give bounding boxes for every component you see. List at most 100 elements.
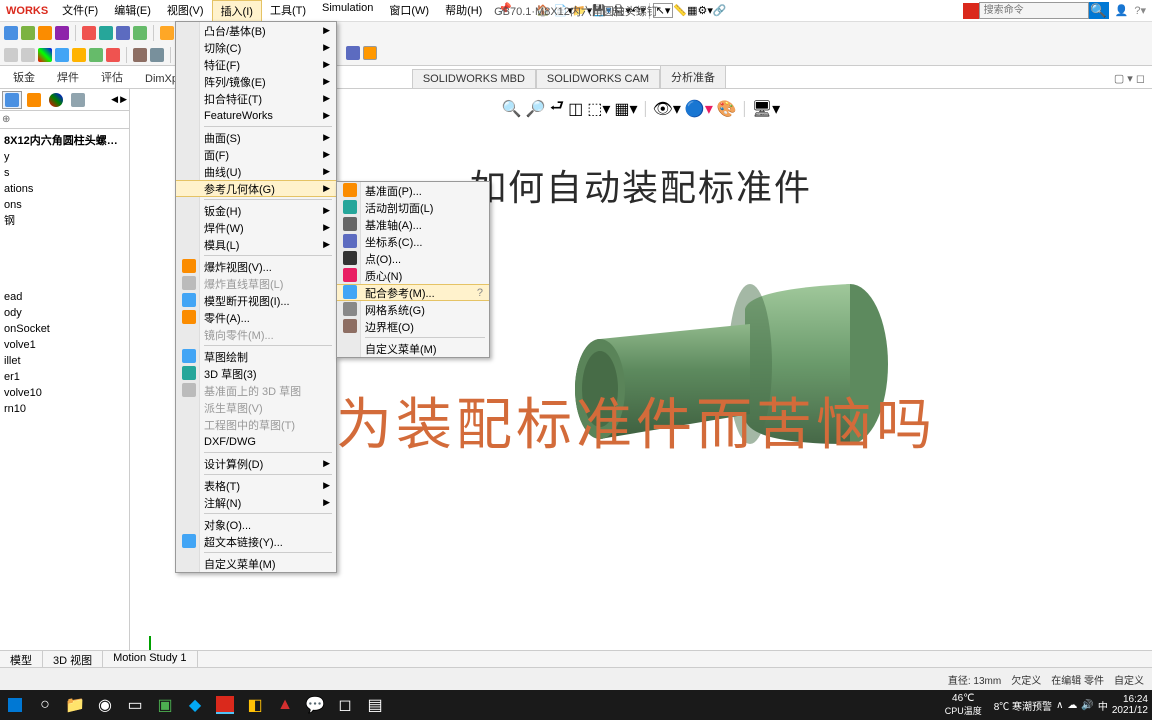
tb1-icon[interactable] [4, 26, 18, 40]
section-icon[interactable]: ◫ [568, 99, 583, 119]
display-style-icon[interactable]: ▦▾ [614, 99, 637, 119]
tree-item[interactable]: ead [2, 289, 127, 305]
app-icon[interactable]: ◻ [330, 690, 360, 720]
tb2-icon[interactable] [89, 48, 103, 62]
grid-icon[interactable]: ▦ [687, 4, 697, 17]
tray-up-icon[interactable]: ∧ [1056, 700, 1063, 711]
bottom-tab-motion[interactable]: Motion Study 1 [103, 651, 197, 667]
menu-item[interactable]: 表格(T)▶ [176, 477, 336, 494]
collapse-icon[interactable]: ▢ ▾ ◻ [1103, 68, 1152, 88]
tb2-icon[interactable] [72, 48, 86, 62]
ribbon-tab-mbd[interactable]: SOLIDWORKS MBD [412, 69, 536, 88]
menu-item[interactable]: 阵列/镜像(E)▶ [176, 73, 336, 90]
menu-item[interactable]: 面(F)▶ [176, 146, 336, 163]
tray-ime-icon[interactable]: 中 [1098, 698, 1108, 713]
tb2-icon[interactable] [21, 48, 35, 62]
menu-view[interactable]: 视图(V) [159, 0, 212, 22]
tb1-icon[interactable] [21, 26, 35, 40]
ruler-icon[interactable]: 📏 [673, 4, 687, 17]
menu-item[interactable]: DXF/DWG [176, 433, 336, 450]
menu-item[interactable]: 配合参考(M)...? [337, 284, 489, 301]
menu-item[interactable]: 扣合特征(T)▶ [176, 90, 336, 107]
app-icon[interactable]: ◆ [180, 690, 210, 720]
menu-item[interactable]: 网格系统(G) [337, 301, 489, 318]
solidworks-icon[interactable] [210, 690, 240, 720]
menu-item[interactable]: 模具(L)▶ [176, 236, 336, 253]
app-icon[interactable]: ◧ [240, 690, 270, 720]
menu-help[interactable]: 帮助(H) [437, 0, 490, 22]
app-icon[interactable]: ▣ [150, 690, 180, 720]
chrome-icon[interactable]: ◉ [90, 690, 120, 720]
tree-root[interactable]: 8X12内六角圆柱头螺钉 (GB [2, 133, 127, 149]
ribbon-tab-cam[interactable]: SOLIDWORKS CAM [536, 69, 660, 88]
tray-cloud-icon[interactable]: ☁ [1067, 700, 1077, 711]
menu-item[interactable]: 超文本链接(Y)... [176, 533, 336, 550]
tb2-icon[interactable] [4, 48, 18, 62]
tb1-icon[interactable] [116, 26, 130, 40]
menu-item[interactable]: 钣金(H)▶ [176, 202, 336, 219]
menu-item[interactable]: 参考几何体(G)▶ [176, 180, 336, 197]
tree-item[interactable]: illet [2, 353, 127, 369]
tb2-icon[interactable] [38, 48, 52, 62]
menu-tools[interactable]: 工具(T) [262, 0, 314, 22]
scene-icon[interactable]: 🎨 [717, 99, 737, 119]
nav-left-icon[interactable]: ◀ [111, 94, 118, 105]
hide-show-icon[interactable]: 👁▾ [653, 99, 681, 119]
menu-item[interactable]: 模型断开视图(I)... [176, 292, 336, 309]
menu-item[interactable]: 切除(C)▶ [176, 39, 336, 56]
tb1-icon[interactable] [55, 26, 69, 40]
tb2-icon[interactable] [55, 48, 69, 62]
view-orient-icon[interactable]: ⬚▾ [587, 99, 610, 119]
feature-tree[interactable]: 8X12内六角圆柱头螺钉 (GB y s ations ons 钢 ead od… [0, 129, 129, 421]
tree-item[interactable]: ody [2, 305, 127, 321]
menu-item[interactable]: 草图绘制 [176, 348, 336, 365]
menu-item[interactable]: 基准轴(A)... [337, 216, 489, 233]
ribbon-tab[interactable]: 焊件 [46, 65, 90, 88]
taskbar-clock[interactable]: 16:24 2021/12 [1112, 694, 1148, 716]
help-icon[interactable]: ? [477, 287, 483, 299]
tb2-icon[interactable] [133, 48, 147, 62]
tree-item[interactable]: y [2, 149, 127, 165]
tb2-icon[interactable] [106, 48, 120, 62]
ribbon-tab[interactable]: 评估 [90, 65, 134, 88]
app-icon[interactable]: ▤ [360, 690, 390, 720]
menu-item[interactable]: 凸台/基体(B)▶ [176, 22, 336, 39]
menu-item[interactable]: 基准面(P)... [337, 182, 489, 199]
menu-file[interactable]: 文件(F) [54, 0, 106, 22]
menu-item[interactable]: 特征(F)▶ [176, 56, 336, 73]
search-button[interactable]: 🔍 [1089, 2, 1109, 19]
link-icon[interactable]: 🔗 [713, 4, 727, 17]
menu-item[interactable]: 质心(N) [337, 267, 489, 284]
weather-widget[interactable]: 8℃ 寒潮预警 [994, 698, 1052, 713]
menu-insert[interactable]: 插入(I) [212, 0, 262, 22]
tb1-icon[interactable] [38, 26, 52, 40]
display-tab-icon[interactable] [46, 91, 66, 109]
tb2-icon[interactable] [150, 48, 164, 62]
ribbon-tab-analysis[interactable]: 分析准备 [660, 65, 726, 88]
help-icon[interactable]: ?▾ [1134, 4, 1146, 17]
menu-item[interactable]: 3D 草图(3) [176, 365, 336, 382]
user-icon[interactable]: 👤 [1115, 4, 1129, 17]
bottom-tab-model[interactable]: 模型 [0, 651, 43, 667]
menu-edit[interactable]: 编辑(E) [106, 0, 159, 22]
menu-item[interactable]: 曲线(U)▶ [176, 163, 336, 180]
search-input[interactable] [979, 2, 1089, 19]
menu-item[interactable]: 零件(A)... [176, 309, 336, 326]
ribbon-tab[interactable]: 钣金 [2, 65, 46, 88]
tb2-icon[interactable] [346, 46, 360, 60]
menu-item[interactable]: 点(O)... [337, 250, 489, 267]
tree-item[interactable]: s [2, 165, 127, 181]
tree-item[interactable]: ations [2, 181, 127, 197]
nav-right-icon[interactable]: ▶ [120, 94, 127, 105]
menu-window[interactable]: 窗口(W) [381, 0, 437, 22]
tb1-icon[interactable] [99, 26, 113, 40]
menu-item[interactable]: 曲面(S)▶ [176, 129, 336, 146]
menu-item[interactable]: 边界框(O) [337, 318, 489, 335]
gear-icon[interactable]: ⚙▾ [698, 4, 713, 17]
menu-item[interactable]: FeatureWorks▶ [176, 107, 336, 124]
tree-item[interactable]: 钢 [2, 213, 127, 229]
config-tab-icon[interactable] [24, 91, 44, 109]
tb1-icon[interactable] [82, 26, 96, 40]
other-tab-icon[interactable] [68, 91, 88, 109]
menu-item[interactable]: 活动剖切面(L) [337, 199, 489, 216]
